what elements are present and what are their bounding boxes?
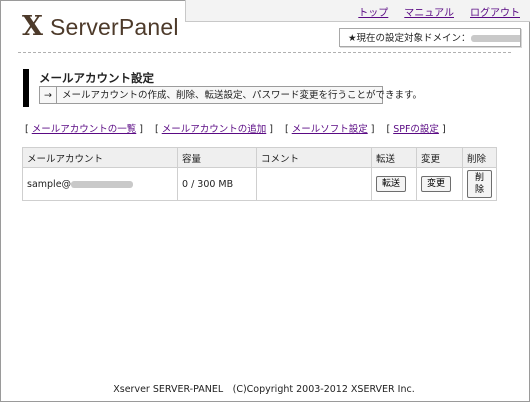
page-description: メールアカウントの作成、削除、転送設定、パスワード変更を行うことができます。 [62,90,423,101]
logo-mark: X [22,11,43,42]
capacity-cell: 0 / 300 MB [177,167,257,201]
current-domain-label: ★現在の設定対象ドメイン： [348,33,471,44]
delete-button[interactable]: 削除 [467,170,492,198]
footer-copyright: Xserver SERVER-PANEL (C)Copyright 2003-2… [113,384,415,395]
nav-manual-link[interactable]: マニュアル [404,4,454,19]
table-row: sample@ 0 / 300 MB 転送 変更 削除 [22,167,497,201]
mail-account-table: メールアカウント 容量 コメント 転送 変更 削除 sample@ 0 / 30… [22,147,497,201]
forward-button[interactable]: 転送 [376,176,407,192]
col-header-comment: コメント [256,147,372,168]
account-list-link[interactable]: メールアカウントの一覧 [32,124,137,135]
table-header-row: メールアカウント 容量 コメント 転送 変更 削除 [22,147,497,168]
col-header-account: メールアカウント [22,147,178,168]
current-domain-box: ★現在の設定対象ドメイン： [339,28,521,47]
sub-nav-item-list: [ メールアカウントの一覧 ] [25,124,143,135]
forward-cell: 転送 [371,167,417,201]
comment-cell [256,167,372,201]
redacted-domain [470,35,520,42]
redacted-account-domain [71,180,134,188]
account-cell: sample@ [22,167,178,201]
col-header-capacity: 容量 [177,147,257,168]
change-cell: 変更 [416,167,463,201]
sub-nav-item-spf: [ SPFの設定 ] [386,124,446,135]
account-add-link[interactable]: メールアカウントの追加 [162,124,267,135]
change-button[interactable]: 変更 [421,176,452,192]
description-box: → メールアカウントの作成、削除、転送設定、パスワード変更を行うことができます。 [39,86,422,104]
logo: X ServerPanel [22,12,179,42]
sub-nav: [ メールアカウントの一覧 ] [ メールアカウントの追加 ] [ メールソフト… [25,121,446,135]
col-header-forward: 転送 [371,147,417,168]
sub-nav-item-add: [ メールアカウントの追加 ] [154,124,273,135]
top-nav: トップ マニュアル ログアウト [358,4,520,19]
nav-logout-link[interactable]: ログアウト [470,4,520,19]
page-title: メールアカウント設定 [39,71,154,85]
delete-cell: 削除 [462,167,497,201]
title-accent-bar [23,69,29,107]
top-nav-bar: トップ マニュアル ログアウト [185,0,530,22]
nav-top-link[interactable]: トップ [358,4,388,19]
mail-software-settings-link[interactable]: メールソフト設定 [292,124,368,135]
arrow-right-icon: → [40,87,57,104]
spf-settings-link[interactable]: SPFの設定 [393,124,439,135]
logo-text: ServerPanel [49,14,179,40]
sub-nav-item-mailsoft: [ メールソフト設定 ] [284,124,375,135]
header-divider [18,52,511,53]
col-header-change: 変更 [416,147,463,168]
window-frame [0,0,530,402]
account-name: sample@ [27,178,72,190]
col-header-delete: 削除 [462,147,497,168]
